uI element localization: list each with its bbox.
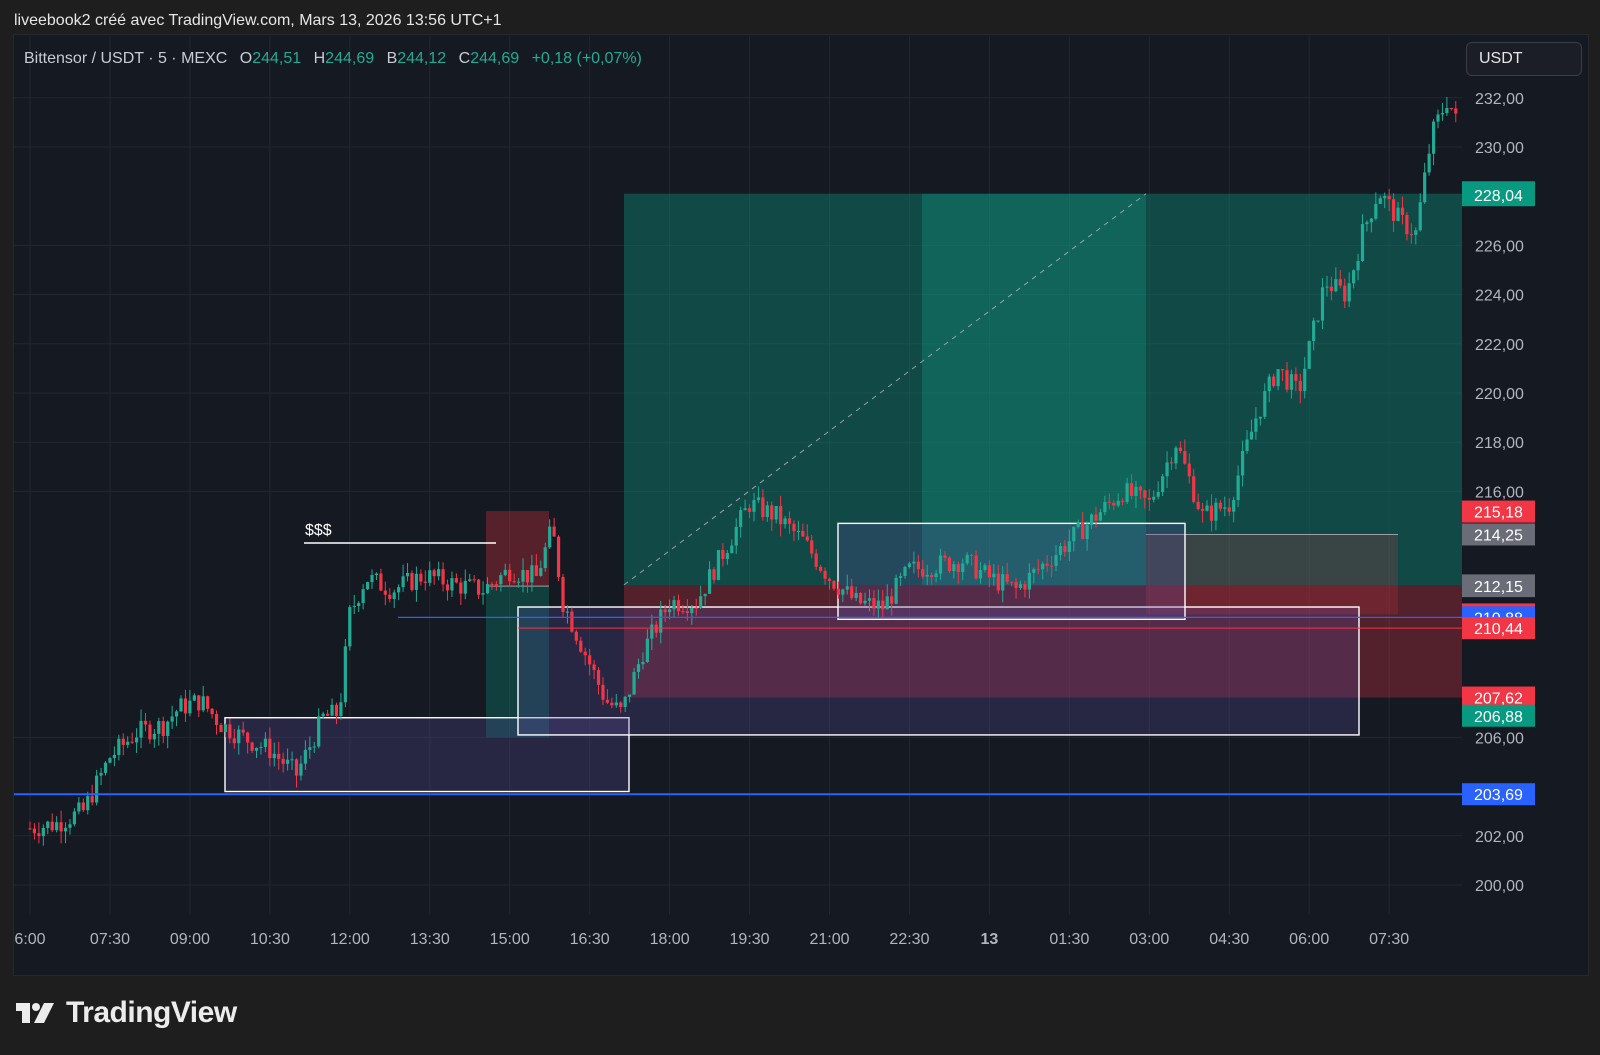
high-label: H <box>313 50 326 67</box>
tradingview-logo[interactable]: TradingView <box>16 996 237 1030</box>
tradingview-logo-text: TradingView <box>66 996 237 1029</box>
low-value: 244,12 <box>397 50 447 67</box>
symbol-name[interactable]: Bittensor / USDT · 5 · MEXC <box>24 50 227 67</box>
tradingview-logo-icon <box>16 1003 54 1023</box>
open-value: 244,51 <box>252 50 302 67</box>
symbol-legend[interactable]: Bittensor / USDT · 5 · MEXC O244,51 H244… <box>24 50 642 68</box>
change-value: +0,18 (+0,07%) <box>531 50 642 67</box>
chart-frame[interactable] <box>13 34 1589 976</box>
low-label: B <box>386 50 398 67</box>
close-value: 244,69 <box>470 50 520 67</box>
close-label: C <box>458 50 471 67</box>
currency-button[interactable]: USDT <box>1466 42 1582 76</box>
chart-caption: liveebook2 créé avec TradingView.com, Ma… <box>14 12 502 29</box>
high-value: 244,69 <box>325 50 375 67</box>
open-label: O <box>239 50 253 67</box>
